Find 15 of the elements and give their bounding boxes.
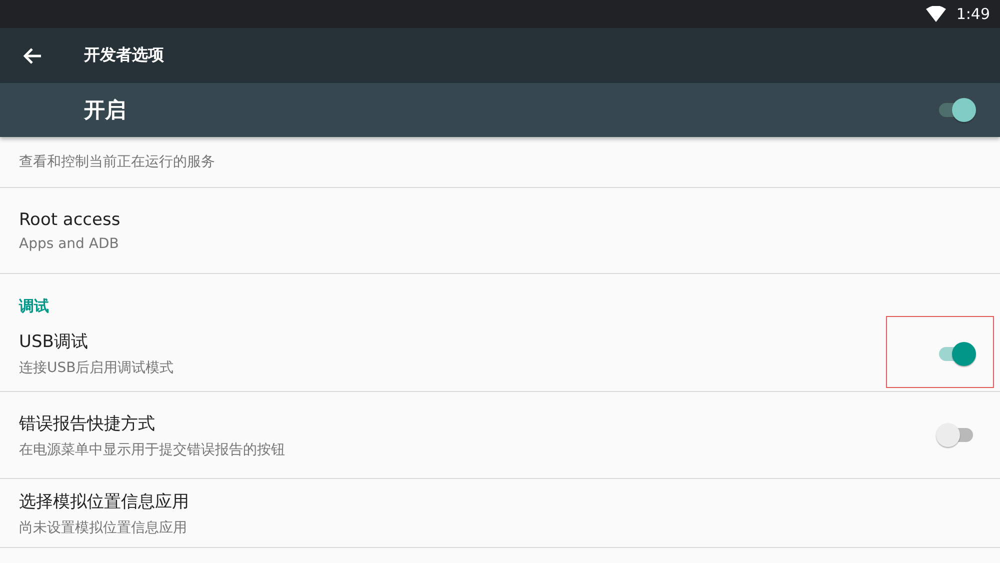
setting-summary: Apps and ADB	[19, 236, 120, 252]
setting-title[interactable]: USB调试	[19, 330, 174, 353]
setting-summary: 查看和控制当前正在运行的服务	[19, 153, 215, 171]
setting-title[interactable]: Root access	[19, 210, 120, 230]
screen-title: 开发者选项	[84, 45, 164, 66]
setting-title[interactable]: 选择模拟位置信息应用	[19, 490, 189, 512]
setting-title[interactable]: 错误报告快捷方式	[19, 412, 285, 434]
category-header: 调试	[19, 297, 49, 316]
setting-summary: 在电源菜单中显示用于提交错误报告的按钮	[19, 440, 285, 458]
wifi-icon	[926, 6, 946, 22]
status-time: 1:49	[956, 5, 990, 23]
master-switch-label: 开启	[84, 97, 126, 124]
setting-summary: 尚未设置模拟位置信息应用	[19, 518, 188, 536]
back-arrow-icon[interactable]	[22, 46, 42, 64]
setting-summary: 连接USB后启用调试模式	[19, 359, 174, 377]
